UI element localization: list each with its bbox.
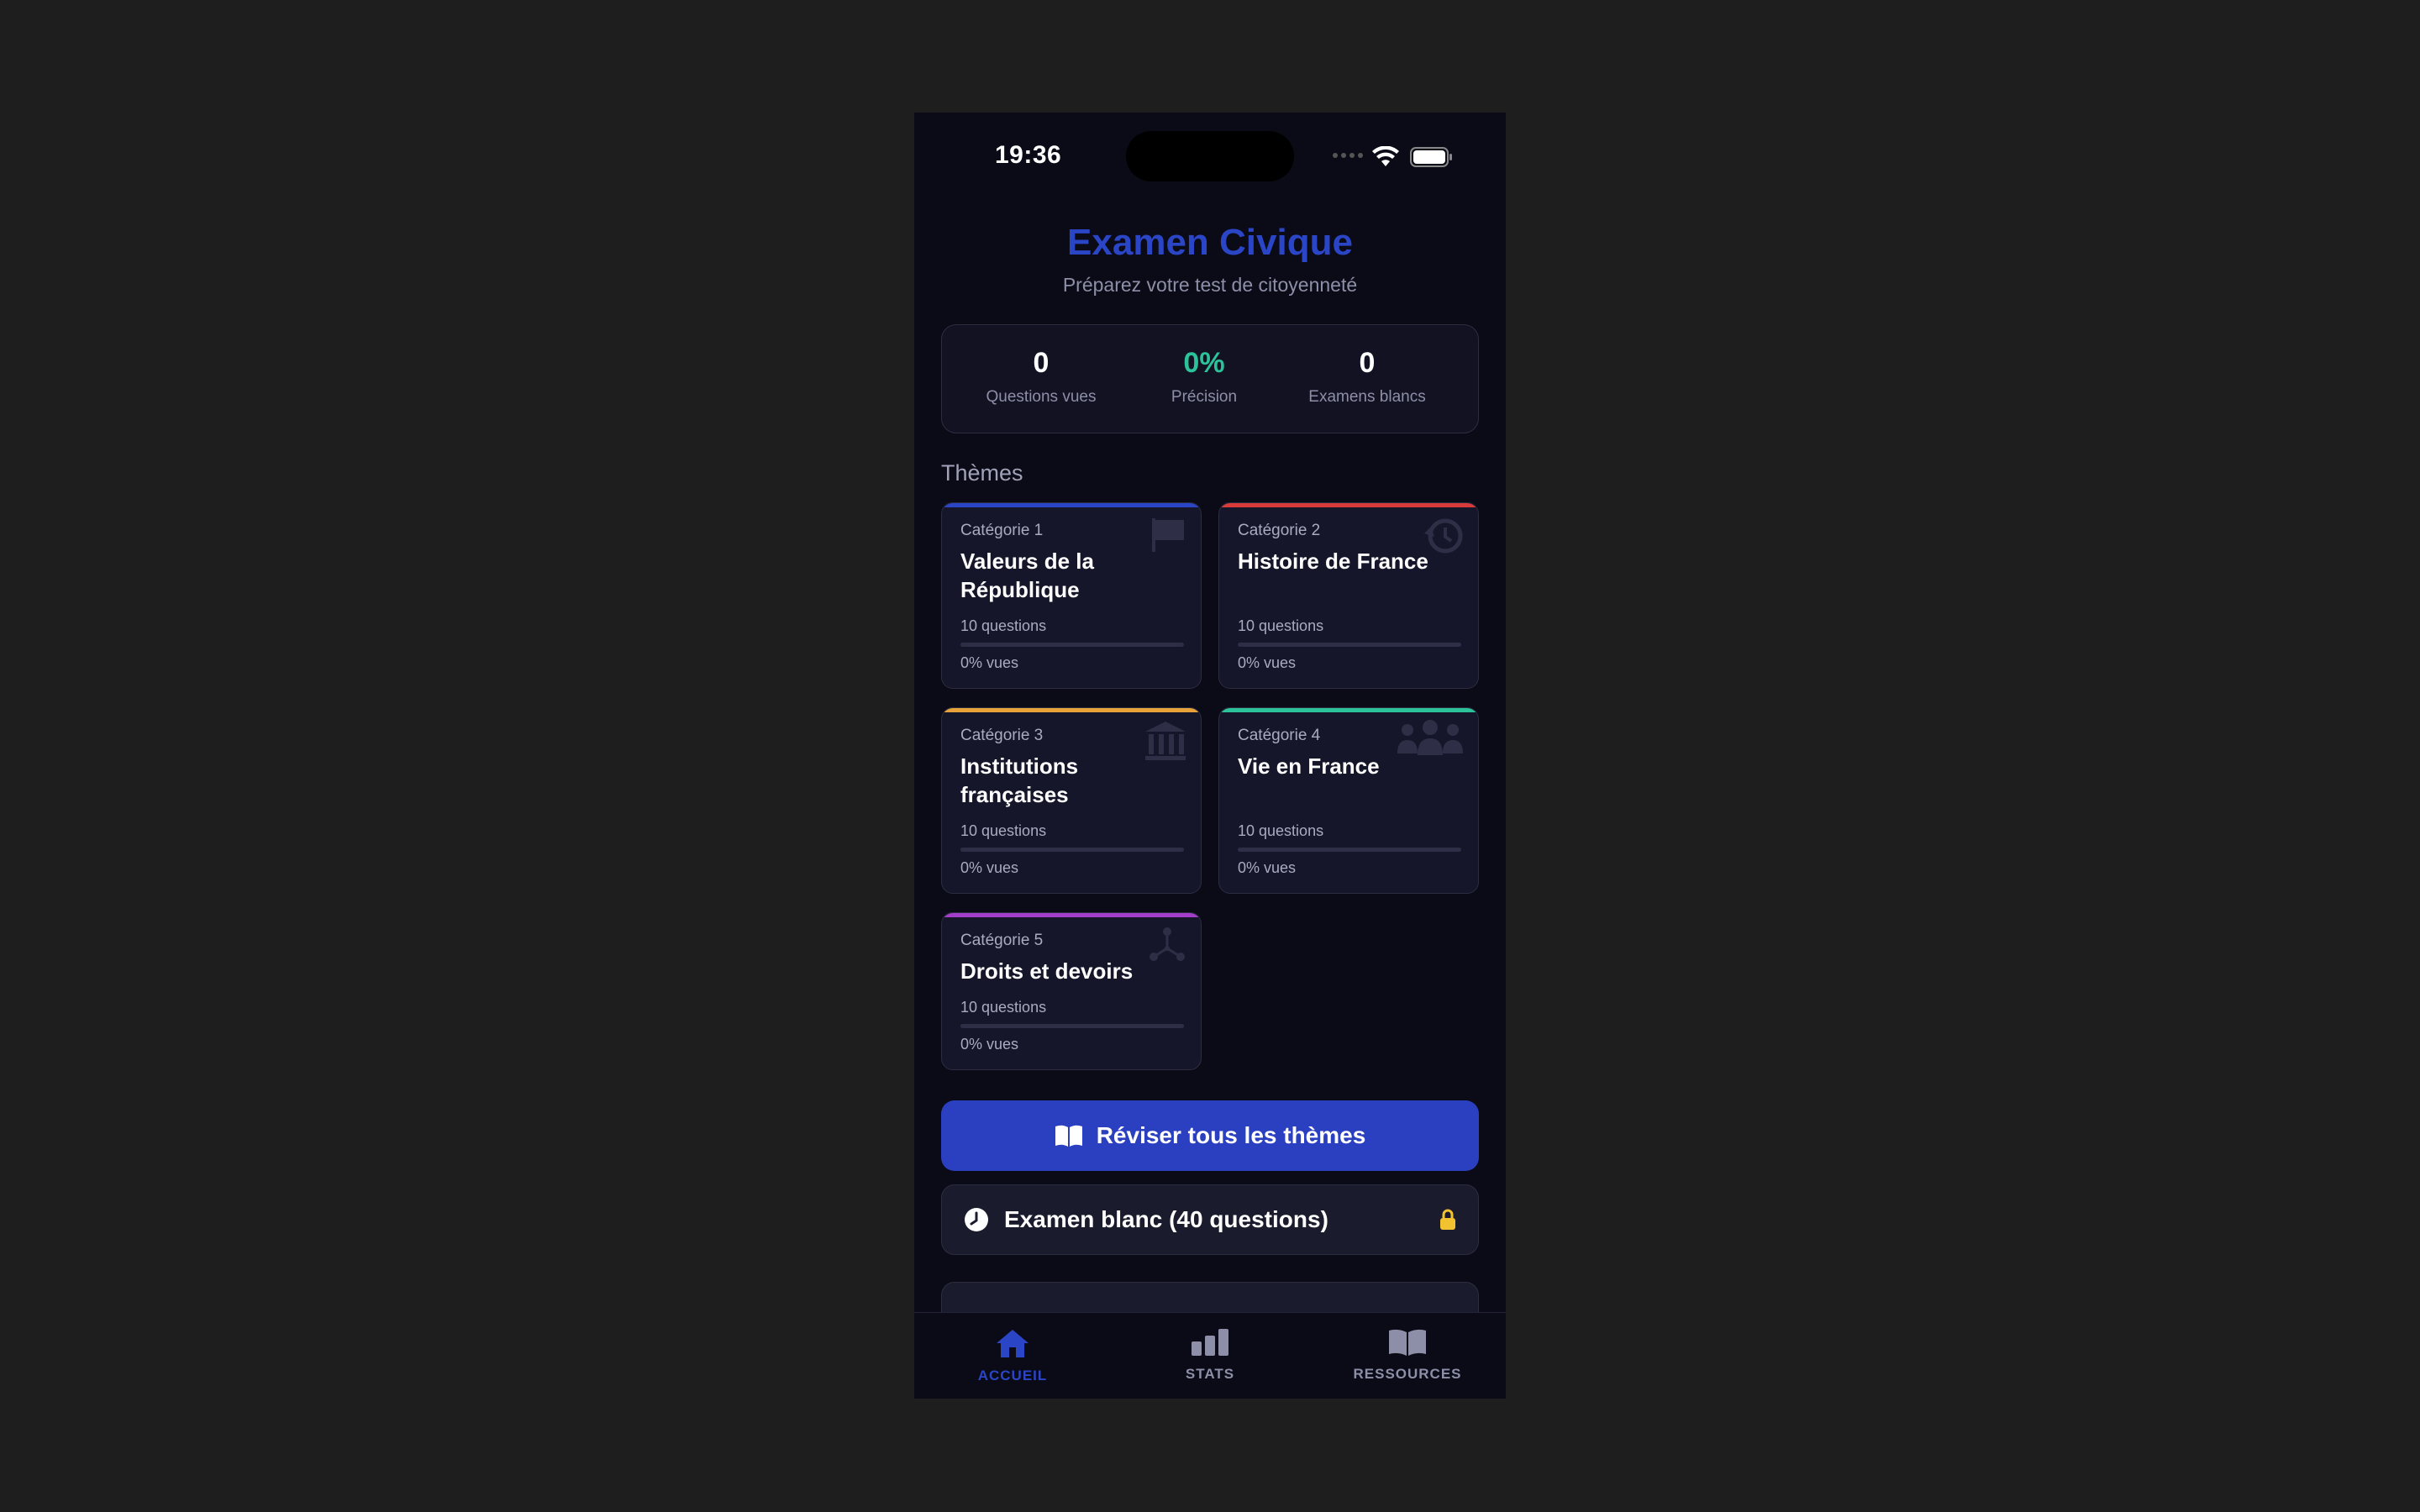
tab-label: RESSOURCES (1353, 1366, 1462, 1382)
stat-accuracy: 0% Précision (1120, 347, 1288, 407)
bottom-tab-bar: ACCUEIL STATS RESSOURCES (914, 1312, 1506, 1399)
category-seen-percent: 0% vues (960, 654, 1019, 671)
category-label: Catégorie 3 (960, 727, 1044, 744)
signal-icon (1333, 153, 1363, 158)
category-name: Valeurs de la République (960, 549, 1094, 602)
category-seen-percent: 0% vues (960, 1036, 1019, 1053)
category-progress-bar (960, 643, 1184, 647)
bar-chart-icon (1192, 1329, 1228, 1356)
status-bar: 19:36 (914, 113, 1506, 213)
category-label: Catégorie 1 (960, 522, 1044, 539)
stat-label: Questions vues (986, 388, 1097, 406)
category-color-bar (942, 913, 1201, 917)
category-name: Droits et devoirs (960, 958, 1134, 984)
tab-stats[interactable]: STATS (1126, 1328, 1294, 1383)
stat-mock-exams: 0 Examens blancs (1283, 347, 1451, 407)
category-label: Catégorie 2 (1238, 522, 1321, 539)
category-question-count: 10 questions (960, 617, 1047, 634)
phone-screen: 19:36 Examen Civique Préparez votre test… (914, 113, 1506, 1399)
category-color-bar (1219, 708, 1478, 712)
category-question-count: 10 questions (1238, 822, 1324, 839)
themes-section-title: Thèmes (941, 460, 1023, 486)
page-subtitle: Préparez votre test de citoyenneté (1062, 274, 1358, 296)
category-name: Histoire de France (1238, 549, 1428, 574)
battery-icon (1410, 147, 1452, 167)
category-color-bar (942, 708, 1201, 712)
stat-label: Examens blancs (1308, 388, 1426, 406)
tab-label: STATS (1185, 1366, 1235, 1382)
category-card-4[interactable]: Catégorie 4 Vie en France 10 questions 0… (1218, 707, 1479, 894)
category-question-count: 10 questions (960, 999, 1047, 1016)
stat-questions-seen: 0 Questions vues (957, 347, 1125, 407)
category-seen-percent: 0% vues (1238, 654, 1297, 671)
stat-value: 0 (1359, 347, 1376, 379)
stat-value: 0% (1183, 347, 1225, 379)
category-label: Catégorie 4 (1238, 727, 1321, 744)
category-progress-bar (960, 1024, 1184, 1028)
open-book-icon (1055, 1125, 1082, 1147)
stat-value: 0 (1033, 347, 1050, 379)
status-time: 19:36 (995, 141, 1062, 169)
category-progress-bar (1238, 643, 1461, 647)
category-name: Institutions françaises (960, 753, 1079, 807)
category-name: Vie en France (1238, 753, 1380, 779)
category-card-5[interactable]: Catégorie 5 Droits et devoirs 10 questio… (941, 912, 1202, 1070)
book-icon (1389, 1329, 1426, 1356)
mock-exam-label: Examen blanc (40 questions) (1004, 1206, 1328, 1232)
lock-icon (1440, 1209, 1455, 1230)
review-all-label: Réviser tous les thèmes (1096, 1122, 1366, 1148)
category-color-bar (1219, 503, 1478, 507)
category-question-count: 10 questions (1238, 617, 1324, 634)
category-card-3[interactable]: Catégorie 3 Institutions françaises 10 q… (941, 707, 1202, 894)
mock-exam-button[interactable]: Examen blanc (40 questions) (941, 1184, 1479, 1255)
wifi-icon (1372, 146, 1399, 166)
category-seen-percent: 0% vues (960, 859, 1019, 876)
category-label: Catégorie 5 (960, 932, 1044, 949)
tab-accueil[interactable]: ACCUEIL (929, 1328, 1097, 1384)
category-card-1[interactable]: Catégorie 1 Valeurs de la République 10 … (941, 502, 1202, 689)
category-seen-percent: 0% vues (1238, 859, 1297, 876)
flag-icon (1152, 518, 1184, 552)
category-progress-bar (960, 848, 1184, 852)
category-question-count: 10 questions (960, 822, 1047, 839)
home-icon (997, 1330, 1028, 1357)
dynamic-island (1126, 131, 1294, 181)
clock-icon (965, 1208, 988, 1231)
review-all-themes-button[interactable]: Réviser tous les thèmes (941, 1100, 1479, 1171)
tab-ressources[interactable]: RESSOURCES (1323, 1328, 1491, 1383)
category-card-2[interactable]: Catégorie 2 Histoire de France 10 questi… (1218, 502, 1479, 689)
category-color-bar (942, 503, 1201, 507)
stats-summary-card: 0 Questions vues 0% Précision 0 Examens … (941, 324, 1479, 433)
category-progress-bar (1238, 848, 1461, 852)
page-title: Examen Civique (1067, 222, 1353, 263)
stat-label: Précision (1171, 388, 1238, 406)
tab-label: ACCUEIL (977, 1368, 1048, 1383)
